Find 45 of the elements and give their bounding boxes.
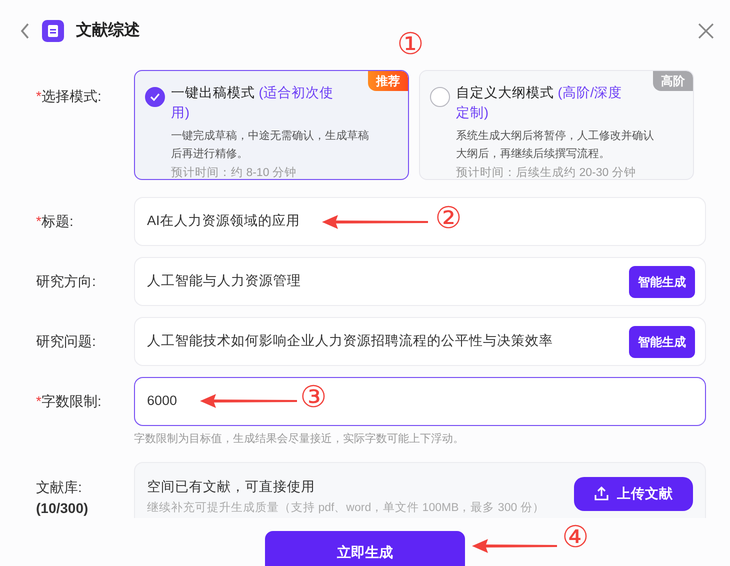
mode-option-card[interactable]: 一键出稿模式 (适合初次使用) 一键完成草稿，中途无需确认，生成草稿后再进行精修。 预计时间：约 8-10 分钟 推荐 xyxy=(134,70,409,180)
input-field[interactable]: 人工智能技术如何影响企业人力资源招聘流程的公平性与决策效率 智能生成 xyxy=(134,317,706,366)
field-label: 研究问题: xyxy=(36,332,96,351)
option-description: 一键完成草稿，中途无需确认，生成草稿后再进行精修。 xyxy=(171,128,370,162)
option-time: 预计时间：约 8-10 分钟 xyxy=(171,166,298,179)
back-icon[interactable] xyxy=(20,23,30,39)
field-value: 人工智能技术如何影响企业人力资源招聘流程的公平性与决策效率 xyxy=(147,332,553,350)
required-mark: * xyxy=(36,212,42,231)
option-description: 系统生成大纲后将暂停，人工修改并确认大纲后，再继续后续撰写流程。 xyxy=(456,128,655,162)
field-value: 6000 xyxy=(147,392,178,410)
library-count: (10/300) xyxy=(36,498,90,518)
document-icon xyxy=(42,20,64,42)
annotation-number: ② xyxy=(435,204,462,234)
field-value: 人工智能与人力资源管理 xyxy=(147,272,301,290)
required-mark: * xyxy=(36,87,42,106)
generate-button[interactable]: 智能生成 xyxy=(629,266,695,298)
submit-button[interactable]: 立即生成 xyxy=(265,531,465,566)
annotation-number: ④ xyxy=(562,523,589,553)
upload-icon xyxy=(594,486,609,502)
option-title: 自定义大纲模式 (高阶/深度定制) xyxy=(456,84,624,122)
library-title: 空间已有文献，可直接使用 xyxy=(147,478,316,496)
radio-button[interactable] xyxy=(430,87,450,107)
field-value: AI在人力资源领域的应用 xyxy=(147,212,300,230)
required-mark: * xyxy=(36,392,42,411)
option-title: 一键出稿模式 (适合初次使用) xyxy=(171,84,334,122)
hint-text: 字数限制为目标值，生成结果会尽量接近，实际字数可能上下浮动。 xyxy=(134,432,465,447)
annotation-number: ③ xyxy=(300,383,327,413)
annotation-number: ① xyxy=(397,30,424,60)
generate-button[interactable]: 智能生成 xyxy=(629,326,695,358)
field-label: 研究方向: xyxy=(36,272,96,291)
option-tag: 推荐 xyxy=(368,71,408,91)
option-tag: 高阶 xyxy=(653,71,693,91)
library-description: 继续补充可提升生成质量（支持 pdf、word，单文件 100MB，最多 300 份） xyxy=(147,500,544,516)
option-time: 预计时间：后续生成约 20-30 分钟 xyxy=(456,166,637,179)
mode-option-card[interactable]: 自定义大纲模式 (高阶/深度定制) 系统生成大纲后将暂停，人工修改并确认大纲后，再继续后续撰写流程。 预计时间：后续生成约 20-30 分钟 高阶 xyxy=(419,70,694,180)
field-label: 标题: xyxy=(41,212,74,231)
close-icon[interactable] xyxy=(698,23,714,39)
field-label: 文献库: xyxy=(36,478,83,496)
field-label: 选择模式: xyxy=(41,87,102,106)
field-label: 字数限制: xyxy=(41,392,102,411)
input-field[interactable]: 人工智能与人力资源管理 智能生成 xyxy=(134,257,706,306)
radio-button[interactable] xyxy=(145,87,165,107)
check-icon xyxy=(150,93,160,101)
upload-button[interactable]: 上传文献 xyxy=(574,476,693,511)
dialog-title: 文献综述 xyxy=(76,20,140,41)
